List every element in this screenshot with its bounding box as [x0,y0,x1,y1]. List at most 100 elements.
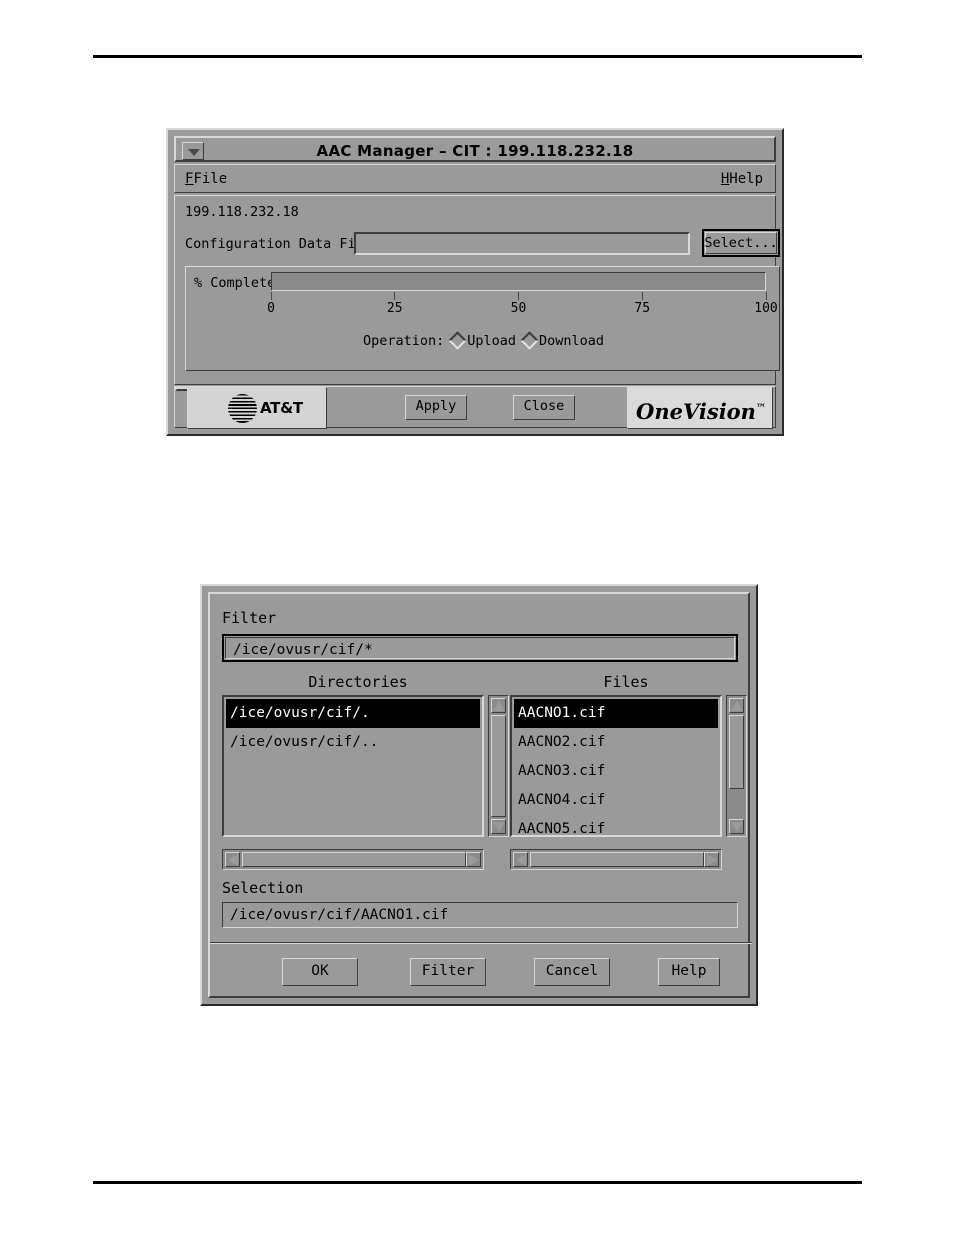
operation-label: Operation: [362,333,445,349]
radio-download[interactable] [520,331,539,350]
config-file-input[interactable] [354,232,690,255]
scroll-left-icon[interactable] [225,852,240,867]
list-item[interactable]: AACNO1.cif [514,699,718,728]
directories-list[interactable]: /ice/ovusr/cif/./ice/ovusr/cif/.. [222,695,484,837]
progress-tick [270,292,272,300]
files-rows: AACNO1.cif AACNO2.cif AACNO3.cif AACNO4.cif… [514,699,718,833]
radio-upload[interactable] [448,331,467,350]
list-item[interactable]: /ice/ovusr/cif/.. [226,728,480,757]
selection-input-value: /ice/ovusr/cif/AACNO1.cif [230,907,449,923]
aac-manager-client-area: FFile HHelp 199.118.232.18 Configuration… [174,164,780,429]
scroll-right-icon[interactable] [704,852,719,867]
menu-help-label: Help [729,171,763,187]
att-logo: AT&T [187,387,327,429]
progress-tick-label: 75 [634,301,651,316]
scroll-left-icon[interactable] [513,852,528,867]
scrollbar-thumb[interactable] [242,852,466,867]
att-logo-text: AT&T [260,399,303,417]
scroll-up-icon[interactable] [491,698,506,713]
ok-button[interactable]: OK [282,958,358,986]
menu-file-label: File [193,171,228,187]
trademark-symbol: ™ [755,403,766,414]
radio-upload-label: Upload [467,333,517,349]
files-list[interactable]: AACNO1.cif AACNO2.cif AACNO3.cif AACNO4.cif… [510,695,722,837]
apply-button[interactable]: Apply [405,395,467,420]
cancel-button[interactable]: Cancel [534,958,610,986]
cancel-button-label: Cancel [545,963,599,979]
triangle-down-icon [493,822,505,832]
progress-tick-label: 25 [386,301,403,316]
triangle-up-icon [493,701,505,711]
directories-rows: /ice/ovusr/cif/./ice/ovusr/cif/.. [226,699,480,833]
progress-label: % Complete [194,275,276,291]
progress-scale: 0 25 50 75 100 [267,292,778,324]
progress-tick [765,292,767,300]
menu-file[interactable]: FFile [181,169,231,190]
filter-input-field: /ice/ovusr/cif/* [225,637,735,659]
scroll-up-icon[interactable] [729,698,744,713]
att-globe-icon [228,394,257,423]
progress-tick-label: 100 [754,301,778,316]
list-item[interactable]: AACNO2.cif [514,728,718,757]
onevision-word: OneVision [636,399,756,424]
file-selection-dialog: Filter /ice/ovusr/cif/* Directories File… [200,584,758,1006]
directories-vertical-scrollbar[interactable] [488,695,509,837]
aac-manager-titlebar[interactable]: AAC Manager – CIT : 199.118.232.18 [174,136,776,162]
progress-tick [641,292,643,300]
files-vertical-scrollbar[interactable] [726,695,747,837]
ok-button-label: OK [311,963,329,979]
onevision-logo: OneVision™ [627,387,773,429]
dialog-separator [210,942,752,944]
help-button-label: Help [671,963,707,979]
menubar: FFile HHelp [174,164,776,193]
scroll-down-icon[interactable] [729,819,744,834]
aac-manager-window: AAC Manager – CIT : 199.118.232.18 FFile… [166,128,784,436]
apply-button-label: Apply [415,398,457,414]
help-button[interactable]: Help [658,958,720,986]
close-button-label: Close [523,398,565,414]
file-selection-client-area: Filter /ice/ovusr/cif/* Directories File… [208,592,752,998]
config-file-label: Configuration Data File: [185,236,381,252]
filter-label: Filter [222,609,277,627]
selection-input[interactable]: /ice/ovusr/cif/AACNO1.cif [222,902,738,928]
window-menu-triangle-icon [188,149,200,156]
operation-row: Operation: Upload Download [186,329,781,353]
filter-input[interactable]: /ice/ovusr/cif/* [222,634,738,662]
list-item[interactable]: /ice/ovusr/cif/. [226,699,480,728]
list-item[interactable]: AACNO3.cif [514,757,718,786]
window-menu-button[interactable] [182,142,204,160]
filter-button[interactable]: Filter [410,958,486,986]
progress-bar [271,272,766,291]
list-item[interactable]: AACNO5.cif [514,815,718,833]
scrollbar-thumb[interactable] [530,852,704,867]
triangle-left-icon [516,854,526,866]
menu-help[interactable]: HHelp [717,169,767,190]
triangle-up-icon [731,701,743,711]
aac-manager-main-panel: 199.118.232.18 Configuration Data File: … [174,195,780,385]
triangle-right-icon [707,854,717,866]
directories-horizontal-scrollbar[interactable] [222,849,484,870]
select-button[interactable]: Select... [702,229,780,257]
directories-header: Directories [308,673,408,691]
list-item[interactable]: AACNO4.cif [514,786,718,815]
progress-tick [394,292,396,300]
scroll-down-icon[interactable] [491,819,506,834]
progress-tick-label: 50 [510,301,527,316]
scrollbar-thumb[interactable] [729,715,744,789]
scrollbar-thumb[interactable] [491,715,506,817]
page-header-rule [93,55,862,58]
files-horizontal-scrollbar[interactable] [510,849,722,870]
scroll-right-icon[interactable] [466,852,481,867]
close-button[interactable]: Close [513,395,575,420]
aac-manager-title: AAC Manager – CIT : 199.118.232.18 [316,142,634,160]
aac-manager-action-area: AT&T Apply Close OneVision™ [174,386,776,429]
progress-group: % Complete 0 25 50 75 100 Operation: Upload Do… [185,266,780,371]
triangle-down-icon [731,822,743,832]
files-header: Files [603,673,649,691]
triangle-right-icon [469,854,479,866]
page-footer-rule [93,1181,862,1184]
host-address: 199.118.232.18 [185,204,299,220]
filter-button-label: Filter [421,963,475,979]
triangle-left-icon [228,854,238,866]
radio-download-label: Download [539,333,605,349]
